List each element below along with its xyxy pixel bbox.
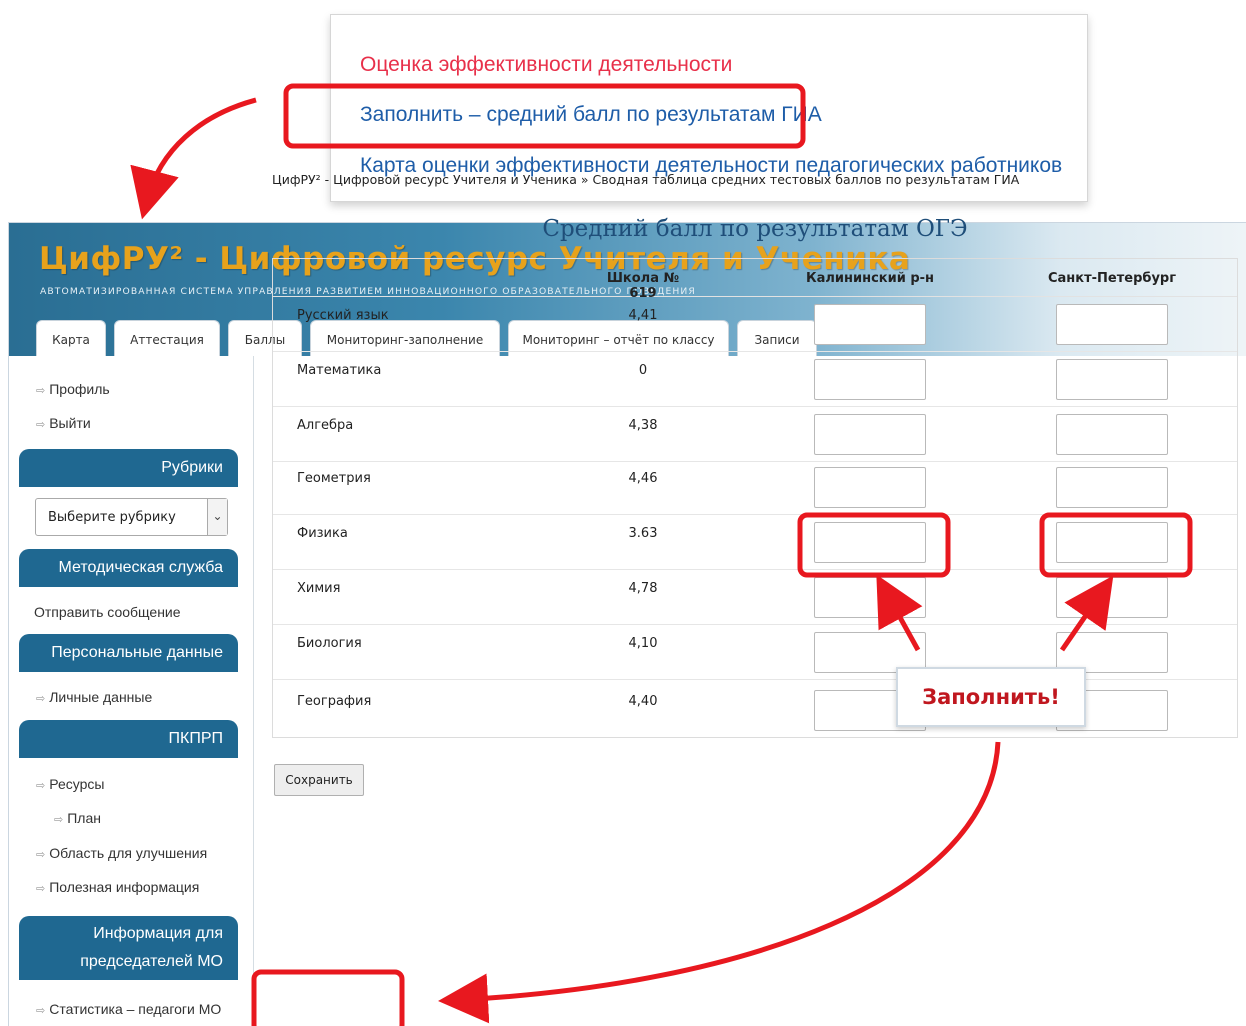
kalininsky-score-input[interactable]	[814, 577, 926, 618]
tab-map[interactable]: Карта	[36, 320, 106, 356]
spb-score-input[interactable]	[1056, 467, 1168, 508]
arrow-right-icon: ⇨	[36, 1005, 46, 1017]
subject-name: Биология	[297, 636, 362, 651]
sidebar-link-stats-mo[interactable]: ⇨ Статистика – педагоги МО	[36, 1001, 221, 1017]
spb-score-input[interactable]	[1056, 414, 1168, 455]
kalininsky-score-input[interactable]	[814, 359, 926, 400]
arrow-right-icon: ⇨	[36, 419, 46, 431]
sidebar-link-profile[interactable]: ⇨ Профиль	[36, 381, 110, 397]
spb-score-input[interactable]	[1056, 577, 1168, 618]
tab-attestation[interactable]: Аттестация	[114, 320, 220, 356]
sidebar-link-useful-info[interactable]: ⇨ Полезная информация	[36, 879, 199, 895]
sidebar-link-logout[interactable]: ⇨ Выйти	[36, 415, 91, 431]
arrow-right-icon: ⇨	[36, 883, 46, 895]
menu-item-efficiency-evaluation[interactable]: Оценка эффективности деятельности	[360, 53, 732, 77]
kalininsky-score-input[interactable]	[814, 467, 926, 508]
sidebar-heading-method-service: Методическая служба	[19, 549, 238, 587]
subject-name: Математика	[297, 363, 382, 378]
school-score: 0	[638, 363, 648, 378]
sidebar-heading-chairs-info: Информация для председателей МО	[19, 916, 238, 980]
table-row: Биология 4,10	[273, 625, 1237, 680]
school-score: 4,41	[628, 308, 658, 323]
table-row: География 4,40	[273, 683, 1237, 738]
sidebar: ⇨ Профиль ⇨ Выйти Рубрики Выберите рубрику…	[9, 356, 254, 1026]
kalininsky-score-input[interactable]	[814, 304, 926, 345]
sidebar-heading-rubrics: Рубрики	[19, 449, 238, 487]
fill-callout: Заполнить!	[896, 667, 1086, 727]
chevron-down-icon: ⌄	[207, 499, 227, 535]
sidebar-link-improvement-area[interactable]: ⇨ Область для улучшения	[36, 845, 207, 861]
school-score: 4,40	[628, 694, 658, 709]
table-row: Математика 0	[273, 352, 1237, 407]
save-button[interactable]: Сохранить	[274, 764, 364, 796]
table-row: Геометрия 4,46	[273, 460, 1237, 515]
school-score: 4,46	[628, 471, 658, 486]
subject-name: Химия	[297, 581, 341, 596]
table-header: Школа № 619 Калининский р-н Санкт-Петерб…	[273, 259, 1237, 301]
table-row: Химия 4,78	[273, 570, 1237, 625]
breadcrumb: ЦифРУ² - Цифровой ресурс Учителя и Учени…	[272, 172, 1020, 187]
column-header-kalininsky: Калининский р-н	[805, 271, 935, 286]
spb-score-input[interactable]	[1056, 359, 1168, 400]
kalininsky-score-input[interactable]	[814, 414, 926, 455]
sidebar-heading-personal-data: Персональные данные	[19, 634, 238, 672]
school-score: 4,38	[628, 418, 658, 433]
spb-score-input[interactable]	[1056, 522, 1168, 563]
arrow-menu-to-page	[130, 97, 257, 220]
table-row: Физика 3.63	[273, 515, 1237, 570]
page-title: Средний балл по результатам ОГЭ	[542, 216, 968, 242]
subject-name: География	[297, 694, 372, 709]
column-header-spb: Санкт-Петербург	[1047, 271, 1177, 286]
sidebar-link-personal-data[interactable]: ⇨ Личные данные	[36, 689, 152, 705]
spb-score-input[interactable]	[1056, 304, 1168, 345]
arrow-right-icon: ⇨	[36, 849, 46, 861]
sidebar-link-send-message[interactable]: Отправить сообщение	[34, 604, 181, 620]
arrow-right-icon: ⇨	[36, 693, 46, 705]
sidebar-link-plan[interactable]: ⇨ План	[54, 810, 101, 826]
kalininsky-score-input[interactable]	[814, 522, 926, 563]
school-score: 4,78	[628, 581, 658, 596]
school-score: 4,10	[628, 636, 658, 651]
subject-name: Русский язык	[297, 308, 389, 323]
table-row: Алгебра 4,38	[273, 407, 1237, 462]
rubric-select[interactable]: Выберите рубрику ⌄	[35, 498, 228, 536]
subject-name: Геометрия	[297, 471, 371, 486]
arrow-right-icon: ⇨	[36, 385, 46, 397]
scores-table: Школа № 619 Калининский р-н Санкт-Петерб…	[272, 258, 1238, 738]
table-row: Русский язык 4,41	[273, 297, 1237, 352]
sidebar-heading-pkprp: ПКПРП	[19, 720, 238, 758]
arrow-right-icon: ⇨	[54, 814, 64, 826]
arrow-right-icon: ⇨	[36, 780, 46, 792]
subject-name: Физика	[297, 526, 348, 541]
sidebar-link-resources[interactable]: ⇨ Ресурсы	[36, 776, 104, 792]
subject-name: Алгебра	[297, 418, 354, 433]
menu-item-fill-gia-average[interactable]: Заполнить – средний балл по результатам …	[360, 103, 822, 127]
school-score: 3.63	[628, 526, 658, 541]
